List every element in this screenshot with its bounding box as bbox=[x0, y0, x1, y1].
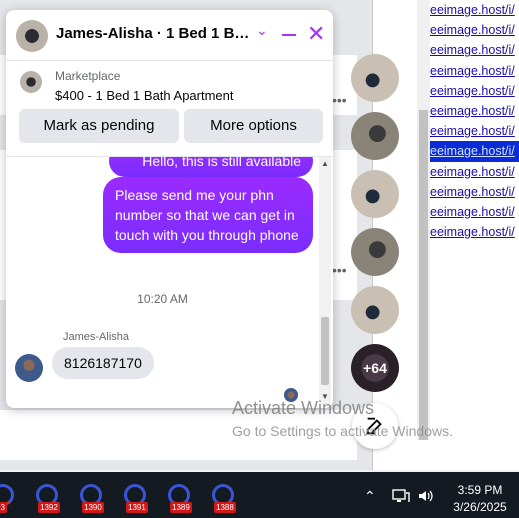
background-link[interactable]: eeimage.host/i/ bbox=[430, 162, 519, 182]
background-link[interactable]: eeimage.host/i/ bbox=[430, 61, 519, 81]
volume-icon[interactable] bbox=[418, 489, 434, 503]
chevron-up-icon[interactable]: ⌃ bbox=[364, 488, 376, 505]
background-link[interactable]: eeimage.host/i/ bbox=[430, 0, 519, 20]
background-link[interactable]: eeimage.host/i/ bbox=[430, 40, 519, 60]
system-clock[interactable]: 3:59 PM 3/26/2025 bbox=[446, 482, 514, 516]
message-scrollbar[interactable]: ▲ ▼ bbox=[319, 157, 331, 404]
background-more-icon[interactable]: ••• bbox=[332, 92, 347, 108]
marketplace-banner: Marketplace $400 - 1 Bed 1 Bath Apartmen… bbox=[6, 61, 333, 157]
chat-head[interactable] bbox=[351, 286, 399, 334]
clock-date: 3/26/2025 bbox=[453, 500, 507, 514]
message-list: Hello, this is still available Please se… bbox=[6, 157, 319, 404]
background-link[interactable]: eeimage.host/i/ bbox=[430, 81, 519, 101]
activation-watermark-subtitle: Go to Settings to activate Windows. bbox=[232, 423, 453, 439]
taskbar-app-badge: 1389 bbox=[170, 502, 192, 513]
background-link[interactable]: eeimage.host/i/ bbox=[430, 182, 519, 202]
background-more-icon[interactable]: ••• bbox=[332, 262, 347, 278]
message-timestamp: 10:20 AM bbox=[137, 292, 188, 306]
background-link[interactable]: eeimage.host/i/ bbox=[430, 121, 519, 141]
taskbar-app-badge: 1392 bbox=[38, 502, 60, 513]
background-scrollbar-thumb[interactable] bbox=[419, 110, 428, 440]
taskbar-app-badge: 93 bbox=[0, 502, 7, 513]
outgoing-message: Hello, this is still available bbox=[109, 157, 313, 177]
chat-head[interactable] bbox=[351, 112, 399, 160]
background-link[interactable]: eeimage.host/i/ bbox=[430, 101, 519, 121]
outgoing-message: Please send me your phn number so that w… bbox=[103, 177, 313, 253]
clock-time: 3:59 PM bbox=[457, 483, 503, 497]
sender-avatar[interactable] bbox=[15, 354, 43, 382]
listing-title[interactable]: $400 - 1 Bed 1 Bath Apartment bbox=[55, 88, 234, 103]
chat-window: James-Alisha · 1 Bed 1 Bath Apartment ⌄ … bbox=[6, 10, 333, 408]
taskbar: 93 1392 1390 1391 1389 1388 ⌃ 3:59 PM 3/26/20… bbox=[0, 472, 519, 518]
more-chats-button[interactable]: +64 bbox=[351, 344, 399, 392]
background-link[interactable]: eeimage.host/i/ bbox=[430, 222, 519, 242]
background-link[interactable]: eeimage.host/i/ bbox=[430, 141, 519, 162]
marketplace-label: Marketplace bbox=[55, 69, 121, 83]
chat-head[interactable] bbox=[351, 170, 399, 218]
chevron-down-icon[interactable]: ⌄ bbox=[256, 22, 268, 39]
background-link[interactable]: eeimage.host/i/ bbox=[430, 20, 519, 40]
background-link[interactable]: eeimage.host/i/ bbox=[430, 202, 519, 222]
chat-head[interactable] bbox=[351, 54, 399, 102]
chat-header: James-Alisha · 1 Bed 1 Bath Apartment ⌄ … bbox=[6, 10, 333, 61]
listing-thumbnail[interactable] bbox=[20, 71, 42, 93]
scroll-up-arrow-icon[interactable]: ▲ bbox=[321, 159, 329, 168]
sender-name: James-Alisha bbox=[63, 331, 130, 343]
network-icon[interactable] bbox=[392, 489, 410, 503]
taskbar-app-badge: 1391 bbox=[126, 502, 148, 513]
contact-avatar[interactable] bbox=[16, 20, 48, 52]
mark-as-pending-button[interactable]: Mark as pending bbox=[19, 109, 179, 143]
background-link-list: eeimage.host/i/eeimage.host/i/eeimage.ho… bbox=[430, 0, 519, 242]
message-scrollbar-thumb[interactable] bbox=[321, 317, 329, 385]
incoming-message: 8126187170 bbox=[52, 347, 154, 379]
minimize-icon[interactable] bbox=[282, 34, 296, 36]
close-icon[interactable]: ✕ bbox=[307, 23, 325, 45]
activation-watermark-title: Activate Windows bbox=[232, 398, 375, 418]
more-options-button[interactable]: More options bbox=[184, 109, 323, 143]
chat-title[interactable]: James-Alisha · 1 Bed 1 Bath Apartment bbox=[56, 25, 256, 42]
chat-head[interactable] bbox=[351, 228, 399, 276]
taskbar-app-badge: 1390 bbox=[82, 502, 104, 513]
taskbar-app-badge: 1388 bbox=[214, 502, 236, 513]
